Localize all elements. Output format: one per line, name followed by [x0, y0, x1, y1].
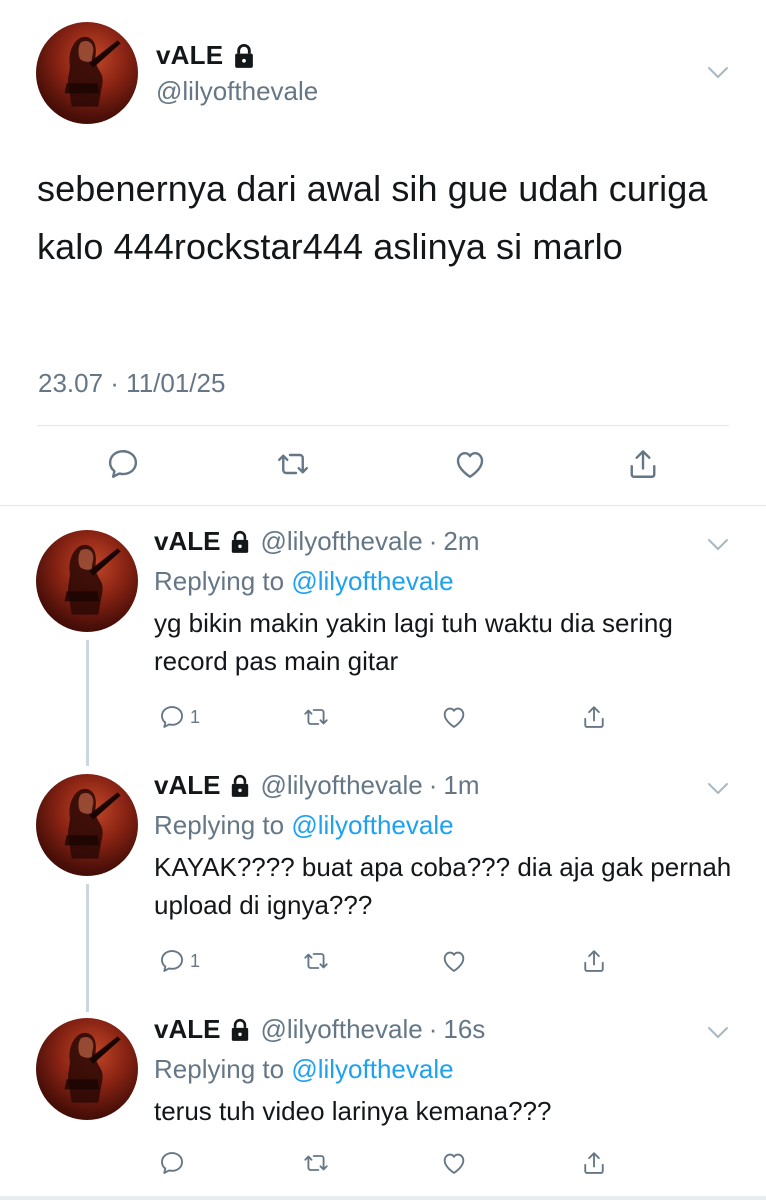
reply-header: vALE @lilyofthevale · 1m — [154, 770, 480, 801]
user-handle[interactable]: @lilyofthevale — [156, 76, 318, 107]
thread-line — [86, 884, 89, 1012]
reply-count: 1 — [190, 950, 201, 971]
avatar-image — [36, 530, 138, 632]
reply-header: vALE @lilyofthevale · 16s — [154, 1014, 485, 1045]
like-action[interactable] — [440, 946, 468, 976]
replying-to-label: Replying to — [154, 566, 292, 596]
retweet-icon[interactable] — [302, 1149, 330, 1177]
avatar[interactable] — [36, 22, 138, 124]
user-handle[interactable]: @lilyofthevale — [260, 1014, 422, 1045]
like-icon[interactable] — [440, 947, 468, 975]
main-tweet: vALE @lilyofthevale sebenernya dari awal… — [0, 0, 766, 506]
reply-header: vALE @lilyofthevale · 2m — [154, 526, 480, 557]
separator-dot: · — [428, 526, 438, 556]
replying-to: Replying to @lilyofthevale — [154, 566, 454, 597]
reply-action[interactable] — [158, 1148, 190, 1178]
reply-icon[interactable] — [105, 446, 141, 482]
avatar-image — [36, 774, 138, 876]
reply-text: KAYAK???? buat apa coba??? dia aja gak p… — [154, 852, 732, 920]
lock-icon — [228, 774, 252, 798]
like-action[interactable] — [440, 702, 468, 732]
user-name-row[interactable]: vALE — [156, 40, 257, 71]
user-handle[interactable]: @lilyofthevale — [260, 770, 422, 801]
reply-time[interactable]: 1m — [443, 770, 479, 801]
replying-to-label: Replying to — [154, 1054, 292, 1084]
user-handle[interactable]: @lilyofthevale — [260, 526, 422, 557]
tweet-timestamp[interactable]: 23.07 · 11/01/25 — [38, 368, 225, 399]
chevron-down-icon[interactable] — [707, 538, 729, 552]
reply-tweet[interactable]: vALE @lilyofthevale · 1m Replying to @li… — [0, 750, 766, 1012]
replying-to-label: Replying to — [154, 810, 292, 840]
lock-icon — [228, 530, 252, 554]
bottom-divider — [0, 1196, 766, 1200]
reply-action[interactable]: 1 — [158, 702, 200, 732]
share-action[interactable] — [580, 946, 608, 976]
tweet-text: sebenernya dari awal sih gue udah curiga… — [37, 168, 708, 267]
chevron-down-icon[interactable] — [707, 1026, 729, 1040]
user-name[interactable]: vALE — [156, 40, 223, 71]
share-icon[interactable] — [580, 947, 608, 975]
retweet-icon[interactable] — [302, 703, 330, 731]
avatar[interactable] — [36, 1018, 138, 1120]
reply-time[interactable]: 16s — [443, 1014, 485, 1045]
lock-icon — [228, 1018, 252, 1042]
like-icon[interactable] — [440, 1149, 468, 1177]
share-action[interactable] — [580, 702, 608, 732]
avatar-image — [36, 22, 138, 124]
share-action[interactable] — [580, 1148, 608, 1178]
replying-to: Replying to @lilyofthevale — [154, 1054, 454, 1085]
lock-icon — [231, 43, 257, 69]
mention-link[interactable]: @lilyofthevale — [291, 810, 453, 840]
reply-count: 1 — [190, 706, 201, 727]
like-action[interactable] — [440, 1148, 468, 1178]
user-name[interactable]: vALE — [154, 1014, 220, 1045]
avatar[interactable] — [36, 774, 138, 876]
thread-line — [86, 640, 89, 766]
avatar-image — [36, 1018, 138, 1120]
chevron-down-icon[interactable] — [707, 782, 729, 796]
user-name[interactable]: vALE — [154, 770, 220, 801]
retweet-icon[interactable] — [302, 947, 330, 975]
separator-dot: · — [428, 770, 438, 800]
separator-dot: · — [428, 1014, 438, 1044]
reply-tweet[interactable]: vALE @lilyofthevale · 2m Replying to @li… — [0, 506, 766, 766]
avatar[interactable] — [36, 530, 138, 632]
retweet-action[interactable] — [302, 702, 330, 732]
reply-icon[interactable] — [158, 703, 186, 731]
share-icon[interactable] — [580, 1149, 608, 1177]
reply-action[interactable]: 1 — [158, 946, 200, 976]
retweet-action[interactable] — [302, 1148, 330, 1178]
like-icon[interactable] — [440, 703, 468, 731]
mention-link[interactable]: @lilyofthevale — [291, 1054, 453, 1084]
like-icon[interactable] — [452, 446, 488, 482]
divider — [37, 425, 729, 426]
reply-time[interactable]: 2m — [443, 526, 479, 557]
reply-tweet[interactable]: vALE @lilyofthevale · 16s Replying to @l… — [0, 994, 766, 1196]
retweet-action[interactable] — [302, 946, 330, 976]
share-icon[interactable] — [580, 703, 608, 731]
retweet-icon[interactable] — [275, 446, 311, 482]
reply-text: yg bikin makin yakin lagi tuh waktu dia … — [154, 608, 673, 676]
chevron-down-icon[interactable] — [707, 66, 729, 80]
mention-link[interactable]: @lilyofthevale — [291, 566, 453, 596]
replying-to: Replying to @lilyofthevale — [154, 810, 454, 841]
reply-icon[interactable] — [158, 947, 186, 975]
share-icon[interactable] — [625, 446, 661, 482]
reply-text: terus tuh video larinya kemana??? — [154, 1096, 552, 1126]
reply-icon[interactable] — [158, 1149, 186, 1177]
user-name[interactable]: vALE — [154, 526, 220, 557]
